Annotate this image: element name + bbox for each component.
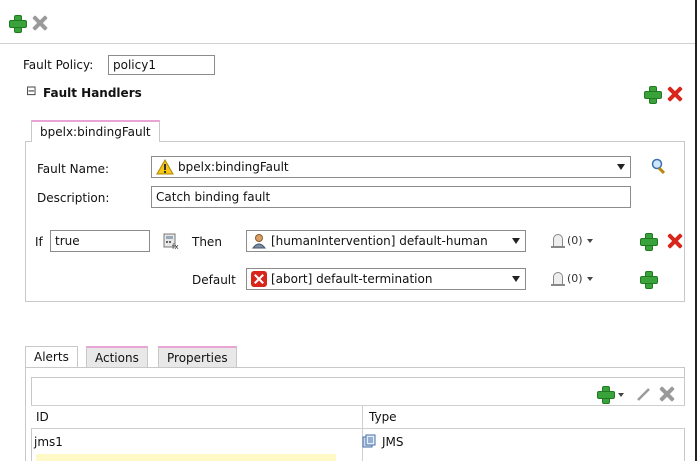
add-condition-icon[interactable]	[639, 232, 658, 251]
fault-name-label: Fault Name:	[37, 162, 110, 176]
chevron-down-icon	[512, 276, 520, 282]
if-label: If	[35, 235, 43, 249]
tab-binding-fault-label: bpelx:bindingFault	[40, 125, 151, 139]
tab-properties[interactable]: Properties	[158, 346, 237, 368]
chevron-down-icon	[617, 164, 625, 170]
edit-icon[interactable]	[634, 385, 652, 403]
description-label: Description:	[37, 191, 110, 205]
fault-name-value: bpelx:bindingFault	[178, 160, 289, 174]
svg-text:fx: fx	[172, 243, 179, 249]
warning-icon	[156, 159, 174, 175]
delete-icon[interactable]	[31, 14, 49, 32]
default-action-value: [abort] default-termination	[271, 272, 433, 286]
add-default-icon[interactable]	[639, 270, 658, 289]
tab-alerts[interactable]: Alerts	[25, 346, 78, 368]
search-icon[interactable]	[649, 156, 669, 176]
default-label: Default	[192, 273, 236, 287]
remove-condition-icon[interactable]	[666, 232, 684, 250]
expression-builder-icon[interactable]: fx	[161, 231, 181, 251]
fault-policy-input[interactable]: policy1	[108, 55, 215, 75]
alert-type-cell: JMS	[382, 435, 404, 449]
column-header-type[interactable]: Type	[369, 410, 397, 424]
column-header-id[interactable]: ID	[36, 410, 49, 424]
then-alerts-count: (0)	[567, 234, 583, 247]
table-header	[31, 405, 685, 429]
add-icon[interactable]	[8, 14, 27, 33]
default-action-select[interactable]: [abort] default-termination	[246, 268, 526, 290]
table-row[interactable]: jms1 JMS	[31, 430, 685, 454]
bell-icon	[551, 272, 565, 286]
then-label: Then	[192, 235, 222, 249]
chevron-down-icon[interactable]	[618, 393, 624, 397]
fault-policy-label: Fault Policy:	[23, 58, 94, 72]
then-alerts-dropdown[interactable]: (0)	[551, 234, 593, 248]
error-icon	[251, 271, 267, 287]
chevron-down-icon	[512, 238, 520, 244]
tab-properties-label: Properties	[167, 351, 228, 365]
chevron-down-icon	[586, 276, 593, 281]
collapse-toggle-icon[interactable]: ⊟	[26, 84, 37, 99]
tab-actions[interactable]: Actions	[86, 346, 148, 368]
highlight-strip	[36, 454, 336, 461]
if-condition-input[interactable]: true	[50, 230, 150, 252]
add-alert-icon[interactable]	[596, 385, 615, 404]
top-toolbar	[0, 0, 697, 44]
tab-actions-label: Actions	[95, 351, 139, 365]
delete-alert-icon[interactable]	[658, 385, 676, 403]
then-action-select[interactable]: [humanIntervention] default-human	[246, 230, 526, 252]
chevron-down-icon	[586, 238, 593, 243]
fault-name-select[interactable]: bpelx:bindingFault	[151, 156, 631, 178]
then-action-value: [humanIntervention] default-human	[271, 234, 488, 248]
add-handler-icon[interactable]	[643, 85, 662, 104]
remove-handler-icon[interactable]	[666, 85, 684, 103]
fault-handlers-title: Fault Handlers	[43, 86, 142, 100]
person-icon	[251, 233, 267, 249]
bell-icon	[551, 234, 565, 248]
description-input[interactable]: Catch binding fault	[151, 186, 631, 208]
alert-id-cell: jms1	[34, 435, 63, 449]
default-alerts-dropdown[interactable]: (0)	[551, 272, 593, 286]
tab-alerts-label: Alerts	[34, 350, 69, 364]
tab-binding-fault[interactable]: bpelx:bindingFault	[31, 120, 160, 142]
jms-icon	[362, 434, 376, 448]
default-alerts-count: (0)	[567, 272, 583, 285]
